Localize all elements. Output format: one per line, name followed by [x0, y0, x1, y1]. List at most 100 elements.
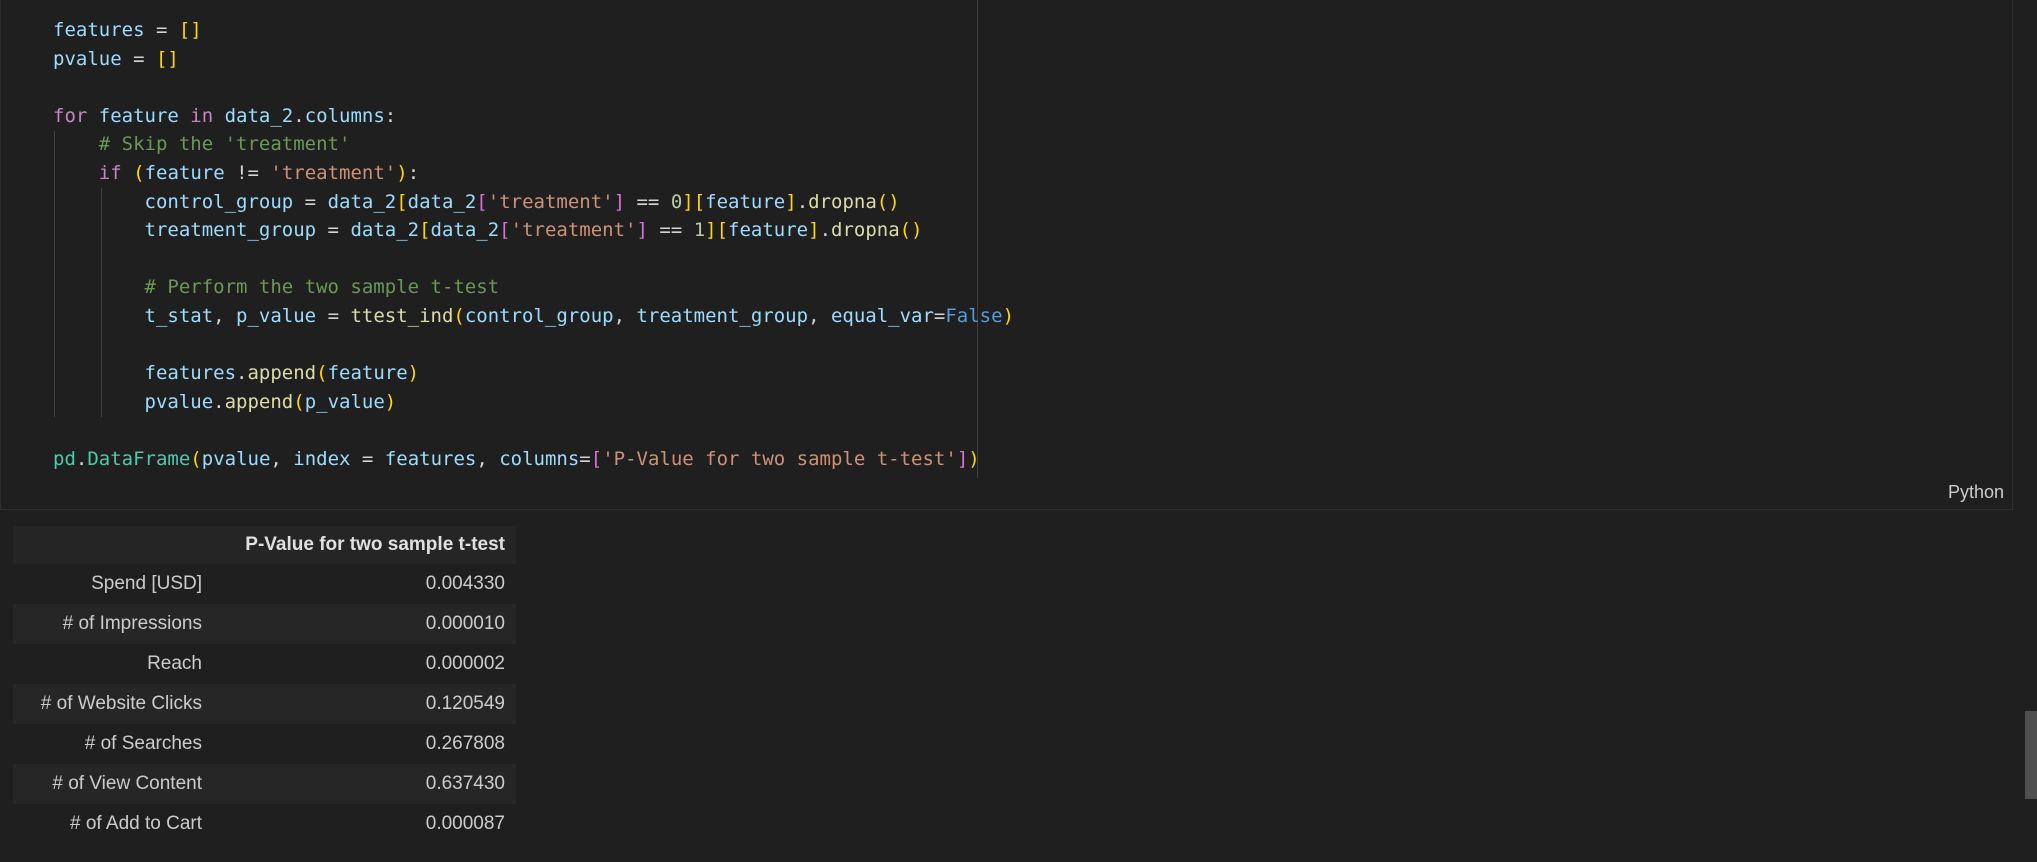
code-token: append [224, 390, 294, 413]
code-token: == [625, 190, 671, 213]
row-index-label: # of Add to Cart [13, 804, 213, 844]
code-token: DataFrame [87, 447, 191, 470]
code-line: treatment_group = data_2[data_2['treatme… [53, 216, 1014, 245]
code-token: . [75, 447, 88, 470]
column-header: P-Value for two sample t-test [213, 526, 516, 564]
row-index-label: # of View Content [13, 764, 213, 804]
code-token: control_group [144, 190, 294, 213]
row-index-label: Reach [13, 644, 213, 684]
code-token: ( [293, 390, 305, 413]
cell-language-label[interactable]: Python [1948, 482, 2004, 503]
code-token: 1 [693, 219, 706, 242]
code-token: == [647, 219, 694, 242]
row-value: 0.000002 [213, 644, 516, 684]
code-cell[interactable]: features = [] pvalue = [] for feature in … [0, 0, 2013, 510]
code-line: # Perform the two sample t-test [53, 273, 1014, 302]
code-token: . [213, 390, 225, 413]
code-line: t_stat, p_value = ttest_ind(control_grou… [53, 302, 1015, 331]
code-token: False [945, 304, 1003, 327]
code-token: [] [178, 19, 202, 41]
code-line: pvalue.append(p_value) [53, 388, 1014, 417]
code-token: 'treatment' [487, 190, 614, 213]
code-token: ] [808, 219, 820, 242]
code-token: 0 [670, 190, 683, 213]
code-token: [ [476, 190, 488, 213]
code-token: pvalue [144, 390, 214, 413]
code-token: ][ [682, 190, 706, 213]
code-line: features.append(feature) [53, 359, 1014, 388]
index-header [13, 526, 213, 564]
code-token: t_stat [144, 304, 214, 327]
code-token: , [808, 304, 831, 327]
code-line: features = [] [53, 16, 1014, 45]
code-token: 'treatment' [270, 161, 397, 184]
code-token: data_2 [213, 104, 294, 127]
code-token: : [384, 104, 397, 127]
code-token: data_2 [350, 219, 420, 242]
code-token: treatment_group [636, 304, 809, 327]
table-row: # of View Content 0.637430 [13, 764, 516, 804]
code-token: data_2 [327, 190, 397, 213]
row-value: 0.637430 [213, 764, 516, 804]
code-token: features [384, 447, 477, 470]
code-token: feature [87, 104, 191, 127]
table-row: # of Website Clicks 0.120549 [13, 684, 516, 724]
code-editor[interactable]: features = [] pvalue = [] for feature in … [53, 16, 1014, 474]
code-token: treatment_group [144, 219, 317, 242]
code-token: for [53, 104, 88, 127]
code-token: ) [968, 447, 980, 470]
row-index-label: # of Impressions [13, 604, 213, 644]
code-token: : [407, 161, 420, 184]
code-token: ( [190, 447, 202, 470]
table-row: Reach 0.000002 [13, 644, 516, 684]
code-token: ( [133, 161, 145, 184]
code-token: ) [1002, 304, 1015, 327]
code-token: columns [499, 447, 580, 470]
code-token: equal_var [830, 304, 934, 327]
row-value: 0.120549 [213, 684, 516, 724]
code-token: = [121, 47, 156, 70]
code-line: pd.DataFrame(pvalue, index = features, c… [53, 445, 1014, 474]
code-token: data_2 [430, 219, 500, 242]
scrollbar-thumb[interactable] [2025, 711, 2037, 799]
row-value: 0.000087 [213, 804, 516, 844]
table-row: Spend [USD] 0.004330 [13, 564, 516, 604]
code-token: = [350, 447, 385, 470]
code-token: index [293, 447, 351, 470]
code-token: . [293, 104, 305, 127]
code-token: [ [590, 447, 603, 470]
code-token: feature [144, 161, 225, 184]
row-value: 0.004330 [213, 564, 516, 604]
code-token: ] [785, 190, 797, 213]
code-token: if [98, 161, 122, 184]
code-token: dropna [831, 219, 900, 242]
cell-output: P-Value for two sample t-test Spend [USD… [13, 526, 516, 844]
row-index-label: # of Searches [13, 724, 213, 764]
code-token: , [270, 447, 294, 470]
code-token: # Skip the 'treatment' [98, 133, 351, 156]
dataframe-table: P-Value for two sample t-test Spend [USD… [13, 526, 516, 844]
code-token: # Perform the two sample t-test [144, 276, 500, 299]
code-line: control_group = data_2[data_2['treatment… [53, 188, 1014, 217]
table-row: # of Add to Cart 0.000087 [13, 804, 516, 844]
row-index-label: Spend [USD] [13, 564, 213, 604]
code-token: append [247, 362, 317, 385]
code-token: = [579, 447, 591, 470]
code-token: = [933, 304, 946, 327]
code-line: if (feature != 'treatment'): [53, 159, 1014, 188]
code-token: ttest_ind [350, 304, 454, 327]
code-token: = [316, 304, 351, 327]
code-token: ][ [705, 219, 729, 242]
code-token: [] [155, 47, 179, 70]
code-token: dropna [808, 190, 877, 213]
code-token: pd [53, 447, 76, 470]
